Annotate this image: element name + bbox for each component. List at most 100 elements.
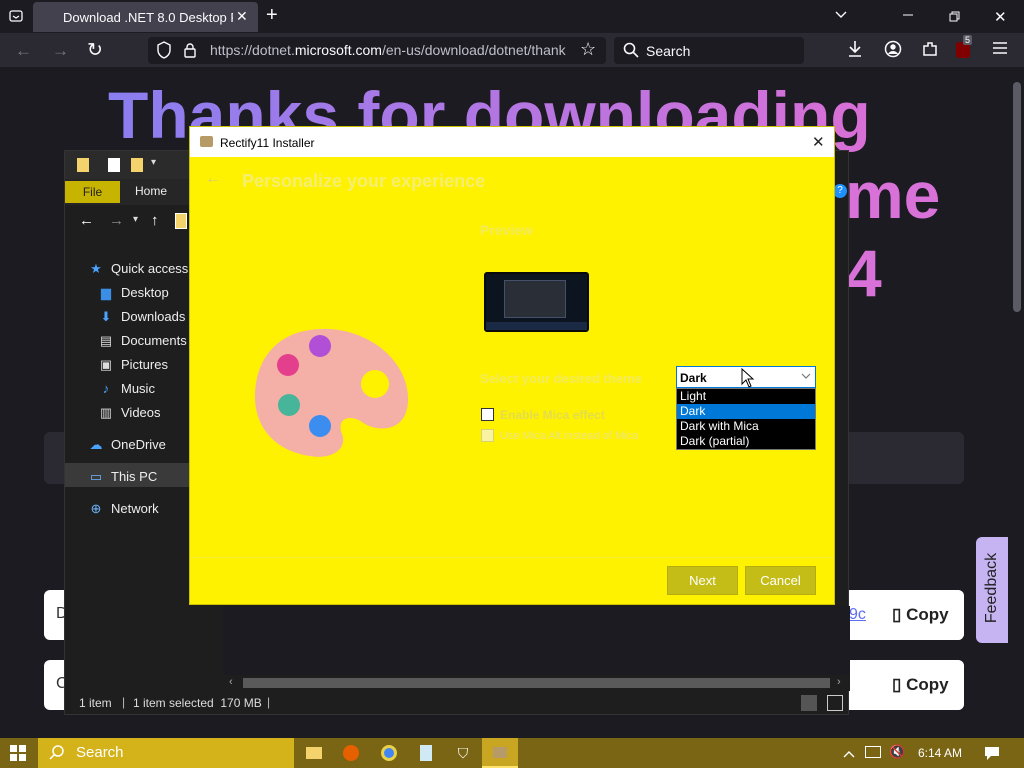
page-heading-fragment: me bbox=[845, 158, 941, 232]
url-bar[interactable]: https://dotnet.microsoft.com/en-us/downl… bbox=[148, 37, 606, 64]
new-folder-icon[interactable] bbox=[131, 158, 143, 172]
scroll-right-icon[interactable]: › bbox=[837, 676, 841, 688]
network-tray-icon[interactable] bbox=[865, 746, 881, 758]
page-scrollbar-thumb[interactable] bbox=[1013, 82, 1021, 312]
palette-icon bbox=[254, 328, 409, 457]
large-icons-view-icon[interactable] bbox=[827, 695, 843, 711]
search-bar[interactable]: Search bbox=[614, 37, 804, 64]
nav-pictures[interactable]: ▣ Pictures bbox=[97, 357, 168, 373]
up-icon[interactable]: ↑ bbox=[151, 212, 159, 229]
taskbar: Search ⛉ 🔇 6:14 AM bbox=[0, 738, 1024, 768]
theme-option[interactable]: Light bbox=[677, 389, 815, 404]
status-items: 1 item bbox=[79, 696, 112, 710]
ribbon-tab-file[interactable]: File bbox=[65, 181, 120, 203]
ribbon-tab-home[interactable]: Home bbox=[135, 184, 167, 198]
account-icon[interactable] bbox=[884, 40, 902, 63]
page-scrollbar[interactable] bbox=[1010, 67, 1024, 735]
hash-link-fragment[interactable]: 9c bbox=[849, 606, 866, 624]
tab-title: Download .NET 8.0 Desktop Run bbox=[63, 10, 233, 25]
theme-select-value: Dark bbox=[680, 371, 707, 385]
new-tab-icon[interactable]: + bbox=[266, 4, 278, 27]
copy-button[interactable]: ▯ Copy bbox=[868, 590, 964, 640]
explorer-forward-icon[interactable]: → bbox=[109, 212, 124, 229]
downloads-icon[interactable] bbox=[847, 40, 863, 63]
mica-checkbox[interactable] bbox=[481, 408, 494, 421]
restore-icon[interactable] bbox=[949, 10, 961, 28]
notifications-icon[interactable] bbox=[984, 745, 1000, 766]
browser-tab-active[interactable]: Download .NET 8.0 Desktop Run ✕ bbox=[33, 2, 258, 32]
downloads-folder-icon: ⬇ bbox=[100, 309, 112, 324]
back-icon[interactable]: ← bbox=[15, 41, 32, 61]
nav-label: Desktop bbox=[121, 285, 169, 300]
file-explorer-taskbar-icon[interactable] bbox=[304, 743, 324, 763]
scroll-left-icon[interactable]: ‹ bbox=[229, 676, 233, 688]
tab-close-icon[interactable]: ✕ bbox=[236, 8, 248, 25]
horizontal-scrollbar-thumb[interactable] bbox=[243, 678, 830, 688]
url-suffix: /en-us/download/dotnet/thank bbox=[381, 42, 566, 58]
horizontal-scrollbar[interactable]: ‹ › bbox=[223, 675, 850, 691]
mouse-cursor-icon bbox=[741, 368, 755, 388]
forward-icon[interactable]: → bbox=[52, 41, 69, 61]
clock[interactable]: 6:14 AM bbox=[918, 746, 962, 760]
nav-documents[interactable]: ▤ Documents bbox=[97, 333, 187, 349]
volume-muted-icon[interactable]: 🔇 bbox=[889, 744, 905, 760]
nav-quick-access[interactable]: ★ Quick access bbox=[87, 261, 188, 277]
tab-favicon-icon bbox=[42, 10, 56, 24]
taskbar-search[interactable]: Search bbox=[38, 738, 294, 768]
installer-close-icon[interactable]: ✕ bbox=[812, 133, 825, 151]
explorer-back-icon[interactable]: ← bbox=[79, 212, 94, 229]
copy-button-2[interactable]: ▯ Copy bbox=[868, 660, 964, 710]
mica-alt-checkbox[interactable] bbox=[481, 429, 494, 442]
feedback-button[interactable]: Feedback bbox=[976, 537, 1008, 643]
nav-this-pc[interactable]: ▭ This PC bbox=[87, 469, 157, 485]
preview-label: Preview bbox=[480, 222, 533, 238]
lock-icon[interactable] bbox=[183, 42, 197, 61]
installer-taskbar-item[interactable] bbox=[482, 738, 518, 768]
help-icon[interactable]: ? bbox=[833, 184, 847, 198]
cancel-button[interactable]: Cancel bbox=[745, 566, 816, 595]
qat-chevron-icon[interactable]: ▾ bbox=[151, 157, 156, 168]
browser-tab-bar: Download .NET 8.0 Desktop Run ✕ + ✕ bbox=[0, 0, 1024, 33]
nav-onedrive[interactable]: ☁ OneDrive bbox=[87, 437, 166, 453]
status-bar: 1 item | 1 item selected 170 MB | bbox=[65, 691, 850, 715]
reload-icon[interactable]: ↻ bbox=[87, 39, 103, 62]
menu-icon[interactable] bbox=[992, 41, 1008, 60]
nav-label: Pictures bbox=[121, 357, 168, 372]
nav-network[interactable]: ⊕ Network bbox=[87, 501, 159, 517]
status-divider: | bbox=[122, 695, 126, 709]
start-windows-icon[interactable] bbox=[10, 745, 26, 766]
tray-chevron-up-icon[interactable] bbox=[843, 746, 855, 764]
minimize-icon[interactable] bbox=[902, 8, 914, 20]
installer-back-icon[interactable]: ← bbox=[205, 170, 221, 188]
theme-option[interactable]: Dark with Mica bbox=[677, 419, 815, 434]
details-view-icon[interactable] bbox=[801, 695, 817, 711]
security-taskbar-icon[interactable]: ⛉ bbox=[453, 743, 473, 763]
recent-locations-icon[interactable]: ▾ bbox=[133, 214, 138, 225]
nav-videos[interactable]: ▥ Videos bbox=[97, 405, 161, 421]
nav-label: Videos bbox=[121, 405, 161, 420]
network-icon: ⊕ bbox=[90, 501, 102, 516]
chevron-down-icon[interactable] bbox=[801, 370, 811, 384]
firefox-taskbar-icon[interactable] bbox=[341, 743, 361, 763]
theme-label: Select your desired theme bbox=[480, 371, 642, 386]
next-button[interactable]: Next bbox=[667, 566, 738, 595]
properties-icon[interactable] bbox=[108, 158, 120, 172]
nav-desktop[interactable]: ▆ Desktop bbox=[97, 285, 169, 301]
status-divider-2: | bbox=[267, 695, 271, 709]
bookmark-star-icon[interactable]: ☆ bbox=[580, 39, 596, 60]
tab-list-icon[interactable] bbox=[8, 8, 24, 24]
close-window-icon[interactable]: ✕ bbox=[994, 8, 1007, 26]
shield-icon[interactable] bbox=[156, 41, 172, 62]
list-all-tabs-icon[interactable] bbox=[834, 8, 848, 27]
installer-titlebar: Rectify11 Installer ✕ bbox=[190, 127, 834, 157]
theme-option[interactable]: Dark (partial) bbox=[677, 434, 815, 449]
nav-music[interactable]: ♪ Music bbox=[97, 381, 155, 396]
nav-label: Downloads bbox=[121, 309, 186, 324]
notepad-taskbar-icon[interactable] bbox=[416, 743, 436, 763]
extensions-icon[interactable] bbox=[921, 40, 939, 63]
nav-downloads[interactable]: ⬇ Downloads bbox=[97, 309, 186, 325]
status-selected: 1 item selected 170 MB bbox=[133, 696, 262, 710]
theme-option-selected[interactable]: Dark bbox=[677, 404, 815, 419]
chrome-taskbar-icon[interactable] bbox=[379, 743, 399, 763]
ribbon-tabs: File Home bbox=[65, 179, 189, 205]
